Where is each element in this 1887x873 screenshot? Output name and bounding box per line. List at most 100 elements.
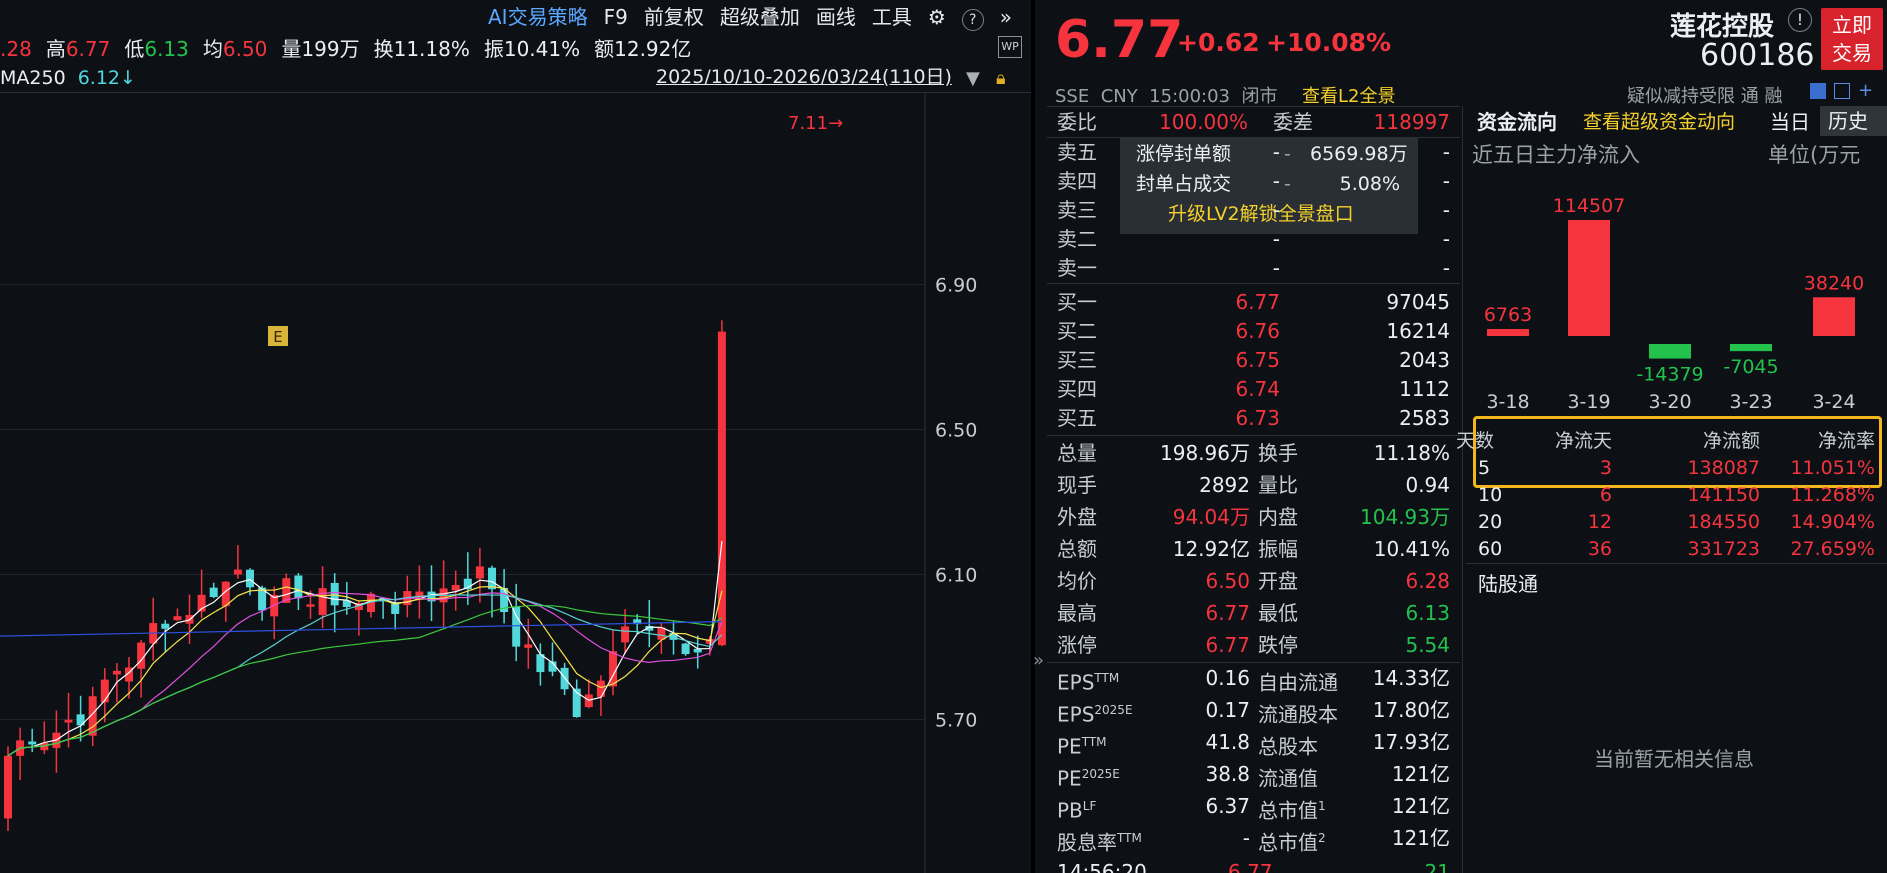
ask-vol: -	[1442, 256, 1450, 280]
ask-price: -	[1272, 140, 1280, 164]
candle-body	[621, 626, 630, 643]
y-tick-label: 5.70	[935, 710, 977, 732]
collapse-right-icon[interactable]: »	[992, 0, 1020, 34]
ask-label: 卖五	[1057, 140, 1097, 164]
flow-cell: 11.051%	[1790, 457, 1875, 479]
bid-price: 6.74	[1235, 377, 1280, 401]
ma5-line	[7, 541, 723, 757]
expand-left-icon[interactable]: »	[1033, 650, 1044, 671]
ai-strategy-button[interactable]: AI交易策略	[480, 0, 596, 34]
wp-icon[interactable]: WP	[998, 36, 1022, 58]
candle-body	[330, 582, 339, 606]
ask-price: -	[1272, 169, 1280, 193]
lock-icon[interactable]: 🔒︎	[996, 68, 1006, 89]
bid-vol: 97045	[1386, 290, 1450, 314]
stat-value: 11.18%	[1373, 441, 1450, 465]
add-icon[interactable]: +	[1858, 80, 1873, 101]
price-change: +0.62	[1177, 28, 1260, 57]
stock-code: 600186	[1700, 38, 1815, 73]
bid-label: 买一	[1057, 290, 1097, 314]
fund-label: 总市值2	[1258, 830, 1326, 855]
stock-terminal: AI交易策略 F9 前复权 超级叠加 画线 工具 ⚙ ? » .28 高6.77…	[0, 0, 1887, 873]
stat-value: 5.54	[1405, 633, 1450, 657]
ask-price: -	[1272, 227, 1280, 251]
bid-vol: 2583	[1399, 406, 1450, 430]
tab-today[interactable]: 当日	[1770, 108, 1810, 136]
tools-button[interactable]: 工具	[864, 0, 920, 34]
draw-button[interactable]: 画线	[808, 0, 864, 34]
fund-label: 自由流通	[1258, 670, 1338, 695]
edit-icon[interactable]	[1810, 83, 1826, 99]
flow-bar	[1487, 329, 1529, 336]
weibi-value: 100.00%	[1159, 110, 1248, 134]
info-icon[interactable]: !	[1788, 8, 1812, 32]
low-field: 低6.13	[124, 37, 189, 61]
flow-bar-label: -14379	[1636, 364, 1703, 386]
flow-cell: 11.268%	[1790, 484, 1875, 506]
l2-link[interactable]: 查看L2全景	[1302, 82, 1395, 108]
candle-body	[233, 569, 242, 575]
tick-vol: 21	[1424, 860, 1450, 873]
ask-label: 卖二	[1057, 227, 1097, 251]
flow-category-label: 3-23	[1729, 391, 1772, 413]
f9-button[interactable]: F9	[596, 0, 636, 34]
gear-icon[interactable]: ⚙	[920, 0, 954, 34]
bid-label: 买二	[1057, 319, 1097, 343]
candle-body	[524, 644, 533, 648]
stat-label: 开盘	[1258, 569, 1298, 593]
super-flow-link[interactable]: 查看超级资金动向	[1583, 108, 1735, 136]
stat-value: 6.13	[1405, 601, 1450, 625]
stat-label: 均价	[1057, 569, 1097, 593]
seal-ratio-dash: -	[1284, 173, 1291, 195]
date-range-selector[interactable]: 2025/10/10-2026/03/24(110日)	[656, 63, 952, 91]
dropdown-triangle-icon[interactable]: ▼	[966, 68, 980, 89]
help-icon[interactable]: ?	[954, 0, 992, 34]
candle-body	[161, 623, 170, 629]
ask-vol: -	[1442, 169, 1450, 193]
stat-label: 总额	[1057, 537, 1097, 561]
y-tick-label: 6.90	[935, 275, 977, 297]
flow-bar	[1568, 220, 1610, 336]
tab-history[interactable]: 历史	[1820, 106, 1887, 136]
candle-body	[681, 643, 690, 655]
stats-fund-divider	[1047, 662, 1460, 663]
flow-header: 净流天	[1554, 430, 1612, 452]
bid-stats-divider	[1047, 435, 1460, 436]
adjust-button[interactable]: 前复权	[636, 0, 712, 34]
ask-bid-divider	[1047, 283, 1460, 284]
flow-cell: 141150	[1687, 484, 1760, 506]
fund-value: 0.17	[1205, 698, 1250, 722]
y-tick-label: 6.50	[935, 420, 977, 442]
bid-price: 6.77	[1235, 290, 1280, 314]
stat-value: 6.77	[1205, 633, 1250, 657]
flow-category-label: 3-24	[1812, 391, 1855, 413]
stat-value: 94.04万	[1172, 505, 1250, 529]
ask-vol: -	[1442, 140, 1450, 164]
hk-connect-empty: 当前暂无相关信息	[1594, 747, 1754, 771]
fund-label: 总股本	[1258, 734, 1318, 759]
candle-body	[64, 719, 73, 723]
fund-value: 17.80亿	[1372, 698, 1450, 722]
tab-fund-flow[interactable]: 资金流向	[1477, 108, 1557, 136]
flow-cell: 36	[1587, 538, 1612, 560]
fund-value: 121亿	[1391, 826, 1450, 850]
ma250-legend: MA250 6.12↓	[0, 67, 136, 89]
stat-value: 10.41%	[1373, 537, 1450, 561]
pane-splitter[interactable]	[1031, 0, 1035, 873]
candle-body	[475, 566, 484, 579]
stat-label: 现手	[1057, 473, 1097, 497]
stat-value: 2892	[1199, 473, 1250, 497]
bid-vol: 16214	[1386, 319, 1450, 343]
overlay-button[interactable]: 超级叠加	[712, 0, 808, 34]
kline-plot[interactable]: 6.90 6.50 6.10 5.70 7.11→ E	[0, 92, 1031, 873]
seal-ratio-label: 封单占成交	[1136, 173, 1232, 195]
open-partial: .28	[0, 37, 32, 61]
window-icon[interactable]	[1834, 83, 1850, 99]
amp-field: 振10.41%	[483, 37, 581, 61]
flow-bar	[1649, 344, 1691, 359]
flow-header: 净流率	[1817, 430, 1875, 452]
trade-now-button[interactable]: 立即交易	[1821, 8, 1883, 70]
weibi-label: 委比	[1057, 110, 1097, 134]
flow-bar	[1813, 297, 1855, 336]
seal-amt-value: 6569.98万	[1310, 143, 1408, 165]
